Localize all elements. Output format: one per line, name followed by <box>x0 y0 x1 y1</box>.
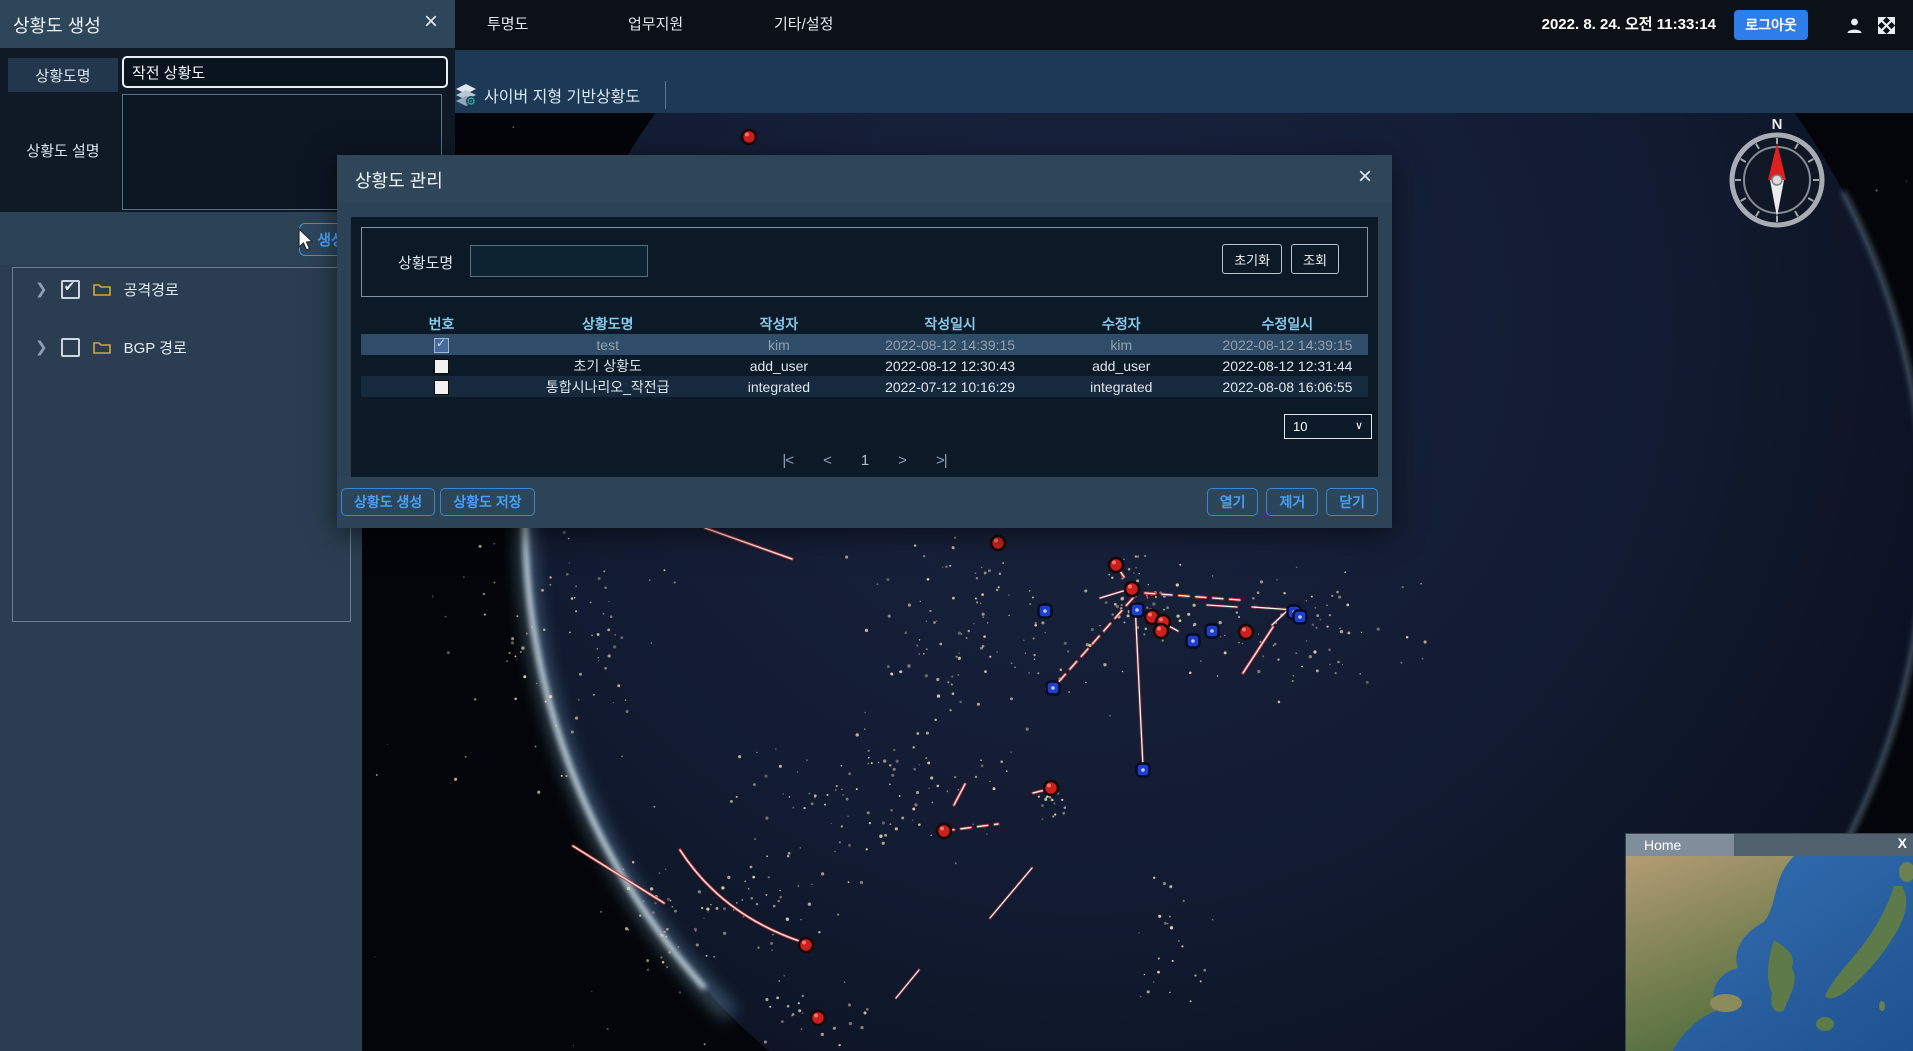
svg-text:N: N <box>1772 116 1783 133</box>
attack-node-marker-red[interactable] <box>937 824 951 838</box>
nav-item-work-support[interactable]: 업무지원 <box>628 0 683 50</box>
user-icon[interactable] <box>1846 17 1863 34</box>
tab-label: 사이버 지형 기반상황도 <box>484 83 640 107</box>
col-header-modified[interactable]: 수정일시 <box>1207 314 1368 334</box>
prev-page-button[interactable]: < <box>823 452 831 469</box>
nav-item-transparency[interactable]: 투명도 <box>487 0 528 50</box>
datetime-display: 2022. 8. 24. 오전 11:33:14 <box>1542 0 1716 50</box>
name-field-label: 상황도명 <box>8 58 118 92</box>
row-checkbox[interactable] <box>434 338 449 353</box>
description-field-label: 상황도 설명 <box>8 94 118 206</box>
tree-item-attack-path[interactable]: ❯ 공격경로 <box>35 276 179 302</box>
row-checkbox[interactable] <box>434 380 449 395</box>
attack-node-marker-red[interactable] <box>1044 781 1058 795</box>
current-page[interactable]: 1 <box>861 452 868 469</box>
modal-footer: 상황도 생성 상황도 저장 열기 제거 닫기 <box>337 477 1392 528</box>
open-button[interactable]: 열기 <box>1207 488 1259 516</box>
minimap-close-icon[interactable]: X <box>1898 835 1907 851</box>
modal-close-icon[interactable]: × <box>1358 163 1372 191</box>
layers-icon: ⚙ <box>455 83 477 107</box>
chevron-down-icon: ∨ <box>1355 419 1363 432</box>
page-size-select[interactable]: 10 ∨ <box>1284 414 1372 439</box>
minimap-titlebar[interactable]: Home X <box>1626 834 1913 856</box>
attack-node-marker-red[interactable] <box>742 130 756 144</box>
situation-management-modal: 상황도 관리 × 상황도명 초기화 조회 번호 상황도명 작성자 작성일시 수정… <box>337 155 1392 528</box>
table-row[interactable]: test kim 2022-08-12 14:39:15 kim 2022-08… <box>361 334 1368 355</box>
reset-button[interactable]: 초기화 <box>1222 244 1282 274</box>
query-button[interactable]: 조회 <box>1291 244 1339 274</box>
app-screen: N 투명도 업무지원 기타/설정 2022. 8. 24. 오전 11:33:1… <box>0 0 1913 1051</box>
chevron-right-icon[interactable]: ❯ <box>35 338 48 356</box>
folder-icon <box>93 282 111 296</box>
attack-node-marker-red[interactable] <box>991 536 1005 550</box>
search-field-label: 상황도명 <box>398 252 453 273</box>
tab-cyber-terrain-map[interactable]: ⚙ 사이버 지형 기반상황도 <box>455 83 640 107</box>
close-button[interactable]: 닫기 <box>1326 488 1378 516</box>
attack-node-marker-red[interactable] <box>1125 582 1139 596</box>
col-header-editor[interactable]: 수정자 <box>1036 314 1207 334</box>
layer-tree-container: ❯ 공격경로 ❯ BGP 경로 <box>12 267 351 622</box>
row-checkbox[interactable] <box>434 359 449 374</box>
search-group: 상황도명 초기화 조회 <box>361 227 1368 297</box>
logout-button[interactable]: 로그아웃 <box>1734 10 1808 40</box>
attack-node-marker-red[interactable] <box>811 1011 825 1025</box>
situation-name-input[interactable] <box>122 56 448 88</box>
remove-button[interactable]: 제거 <box>1266 488 1318 516</box>
dialog-close-icon[interactable]: × <box>424 8 438 36</box>
attack-node-marker-red[interactable] <box>799 938 813 952</box>
tree-item-label: 공격경로 <box>124 279 179 300</box>
folder-icon <box>93 340 111 354</box>
chevron-right-icon[interactable]: ❯ <box>35 280 48 298</box>
minimap-satellite-map[interactable] <box>1626 856 1913 1051</box>
next-page-button[interactable]: > <box>898 452 906 469</box>
minimap-panel: Home X <box>1625 833 1913 1051</box>
minimap-home-tab[interactable]: Home <box>1626 834 1734 856</box>
save-situation-button[interactable]: 상황도 저장 <box>440 488 534 516</box>
situation-search-input[interactable] <box>470 245 648 277</box>
attack-path-checkbox[interactable] <box>61 280 80 299</box>
tree-item-label: BGP 경로 <box>124 337 187 358</box>
modal-header[interactable]: 상황도 관리 × <box>337 155 1392 203</box>
attack-node-marker-red[interactable] <box>1154 624 1168 638</box>
pagination: |< < 1 > >| <box>351 452 1378 469</box>
top-navbar: 투명도 업무지원 기타/설정 2022. 8. 24. 오전 11:33:14 … <box>362 0 1913 50</box>
bgp-path-checkbox[interactable] <box>61 338 80 357</box>
dialog-header[interactable]: 상황도 생성 × <box>0 0 455 48</box>
table-row[interactable]: 초기 상황도 add_user 2022-08-12 12:30:43 add_… <box>361 355 1368 376</box>
modal-body-panel: 상황도명 초기화 조회 번호 상황도명 작성자 작성일시 수정자 수정일시 <box>351 217 1378 477</box>
tree-item-bgp-path[interactable]: ❯ BGP 경로 <box>35 334 187 360</box>
col-header-number[interactable]: 번호 <box>361 314 522 334</box>
situation-table: 번호 상황도명 작성자 작성일시 수정자 수정일시 test kim 2022-… <box>361 313 1368 397</box>
col-header-author[interactable]: 작성자 <box>693 314 864 334</box>
table-row[interactable]: 통합시나리오_작전급 integrated 2022-07-12 10:16:2… <box>361 376 1368 397</box>
modal-title: 상황도 관리 <box>355 167 443 193</box>
svg-text:⚙: ⚙ <box>466 96 476 107</box>
nav-item-settings[interactable]: 기타/설정 <box>774 0 833 50</box>
create-situation-button[interactable]: 상황도 생성 <box>341 488 435 516</box>
table-header-row: 번호 상황도명 작성자 작성일시 수정자 수정일시 <box>361 313 1368 334</box>
col-header-name[interactable]: 상황도명 <box>522 314 693 334</box>
tab-divider <box>665 81 666 109</box>
map-tab-bar: ⚙ 사이버 지형 기반상황도 <box>362 50 1913 113</box>
first-page-button[interactable]: |< <box>782 452 793 469</box>
dialog-title: 상황도 생성 <box>13 12 101 38</box>
attack-node-marker-red[interactable] <box>1239 625 1253 639</box>
last-page-button[interactable]: >| <box>936 452 947 469</box>
attack-node-marker-red[interactable] <box>1109 558 1123 572</box>
fullscreen-icon[interactable] <box>1878 17 1895 34</box>
col-header-created[interactable]: 작성일시 <box>864 314 1035 334</box>
